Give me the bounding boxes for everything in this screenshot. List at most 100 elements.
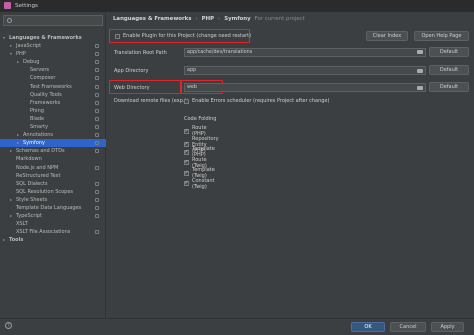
sidebar-item[interactable]: Frameworks — [0, 99, 106, 107]
project-config-icon — [95, 92, 99, 97]
project-config-icon — [95, 108, 99, 113]
cancel-button[interactable]: Cancel — [390, 322, 426, 332]
sidebar-item[interactable]: Template Data Languages — [0, 204, 106, 212]
project-config-icon — [95, 214, 99, 219]
sidebar-item[interactable]: ▸ Schemas and DTDs — [0, 147, 106, 155]
code-folding-title: Code Folding — [184, 116, 217, 122]
sidebar-item-label: Schemas and DTDs — [16, 148, 65, 155]
sidebar-item-label: Smarty — [30, 124, 49, 131]
project-config-icon — [95, 165, 99, 170]
sidebar-item[interactable]: SQL Dialects — [0, 180, 106, 188]
sidebar-item[interactable]: ▸ Tools — [0, 236, 106, 244]
checkbox[interactable]: ✓ — [184, 160, 189, 165]
project-config-icon — [95, 125, 99, 130]
sidebar-item[interactable]: Composer — [0, 74, 106, 82]
sidebar-item[interactable]: SQL Resolution Scopes — [0, 188, 106, 196]
checkbox[interactable]: ✓ — [184, 181, 189, 186]
translation-root-label: Translation Root Path — [114, 50, 167, 56]
sidebar-item-label: PHP — [16, 51, 26, 58]
sidebar-item-label: XSLT — [16, 221, 28, 228]
project-config-icon — [95, 181, 99, 186]
sidebar-item[interactable]: Servers — [0, 66, 106, 74]
download-remote-label[interactable]: Download remote files (exp.) — [114, 98, 186, 104]
project-config-icon — [95, 149, 99, 154]
sidebar-item-label: Node.js and NPM — [16, 164, 59, 171]
checkbox[interactable]: ✓ — [184, 128, 189, 134]
sidebar-item-label: XSLT File Associations — [16, 229, 71, 236]
help-icon[interactable]: ? — [5, 322, 12, 329]
sidebar-item[interactable]: ▸ JavaScript — [0, 42, 106, 50]
project-config-icon — [95, 84, 99, 89]
sidebar-item-label: Debug — [23, 59, 40, 66]
folder-icon[interactable] — [417, 86, 423, 90]
checkbox[interactable] — [115, 33, 120, 39]
sidebar-item-label: ReStructured Text — [16, 172, 61, 179]
sidebar-item[interactable]: Smarty — [0, 123, 106, 131]
sidebar-item-label: Test Frameworks — [30, 83, 72, 90]
search-icon — [7, 18, 12, 23]
sidebar-item-label: Quality Tools — [30, 91, 62, 98]
project-config-icon — [95, 189, 99, 194]
search-input[interactable] — [3, 15, 103, 26]
sidebar-item[interactable]: Test Frameworks — [0, 83, 106, 91]
ok-button[interactable]: OK — [351, 322, 385, 332]
sidebar-item[interactable]: Quality Tools — [0, 91, 106, 99]
web-directory-field[interactable]: web — [184, 83, 426, 92]
folder-icon[interactable] — [417, 50, 423, 54]
sidebar-item[interactable]: ▸ Annotations — [0, 131, 106, 139]
code-folding-option[interactable]: ✓ Constant (Twig) — [184, 178, 214, 190]
app-directory-field[interactable]: app — [184, 66, 426, 75]
project-config-icon — [95, 100, 99, 105]
sidebar-item[interactable]: ReStructured Text — [0, 172, 106, 180]
project-config-icon — [95, 133, 99, 138]
checkbox[interactable]: ✓ — [184, 149, 189, 155]
clear-index-button[interactable]: Clear Index — [366, 31, 408, 41]
sidebar-item-label: SQL Resolution Scopes — [16, 188, 74, 195]
sidebar-item[interactable]: ▾ PHP — [0, 50, 106, 58]
sidebar-item[interactable]: XSLT File Associations — [0, 228, 106, 236]
project-config-icon — [95, 197, 99, 202]
folder-icon[interactable] — [417, 69, 423, 73]
sidebar-item[interactable]: ▸ Symfony — [0, 139, 106, 148]
translation-root-field[interactable]: app/cache/dev/translations — [184, 48, 426, 57]
checkbox[interactable]: ✓ — [184, 170, 189, 176]
enable-plugin-checkbox[interactable]: Enable Plugin for this Project (change n… — [115, 33, 251, 39]
window-title: Settings — [15, 2, 38, 9]
project-config-icon — [95, 205, 99, 210]
web-directory-label: Web Directory — [114, 85, 150, 91]
project-config-icon — [95, 141, 99, 146]
sidebar-item[interactable]: Blade — [0, 115, 106, 123]
sidebar-item[interactable]: ▾ Languages & Frameworks — [0, 34, 106, 42]
sidebar-item-label: JavaScript — [16, 43, 42, 50]
sidebar-item-label: TypeScript — [16, 213, 42, 220]
project-config-icon — [95, 68, 99, 73]
project-config-icon — [95, 76, 99, 81]
breadcrumb-part: PHP — [201, 16, 215, 22]
sidebar-item[interactable]: ▸ Debug — [0, 58, 106, 66]
sidebar-item-label: Symfony — [23, 140, 45, 147]
sidebar-item[interactable]: Phing — [0, 107, 106, 115]
dialog-footer: ? OK Cancel Apply — [0, 318, 474, 335]
project-config-icon — [95, 44, 99, 49]
enable-scheduler-checkbox[interactable]: Enable Errors scheduler (requires Projec… — [184, 98, 329, 104]
sidebar-item[interactable]: ▸ Style Sheets — [0, 196, 106, 204]
default-button[interactable]: Default — [429, 82, 469, 92]
default-button[interactable]: Default — [429, 47, 469, 57]
sidebar-item-label: SQL Dialects — [16, 180, 48, 187]
apply-button[interactable]: Apply — [431, 322, 464, 332]
sidebar-item-label: Phing — [30, 107, 44, 114]
breadcrumb-separator: › — [218, 16, 221, 22]
sidebar-item[interactable]: ▸ TypeScript — [0, 212, 106, 220]
default-button[interactable]: Default — [429, 65, 469, 75]
sidebar-item-label: Markdown — [16, 156, 42, 163]
breadcrumb-part: Symfony — [224, 16, 251, 22]
project-config-icon — [95, 116, 99, 121]
title-bar: Settings — [0, 0, 474, 12]
checkbox[interactable] — [184, 98, 189, 104]
sidebar-item[interactable]: Node.js and NPM — [0, 164, 106, 172]
breadcrumb: Languages & Frameworks › PHP › Symfony F… — [113, 15, 305, 23]
open-help-button[interactable]: Open Help Page — [414, 31, 469, 41]
project-config-icon — [95, 52, 99, 57]
sidebar-item[interactable]: XSLT — [0, 220, 106, 228]
sidebar-item[interactable]: Markdown — [0, 155, 106, 163]
